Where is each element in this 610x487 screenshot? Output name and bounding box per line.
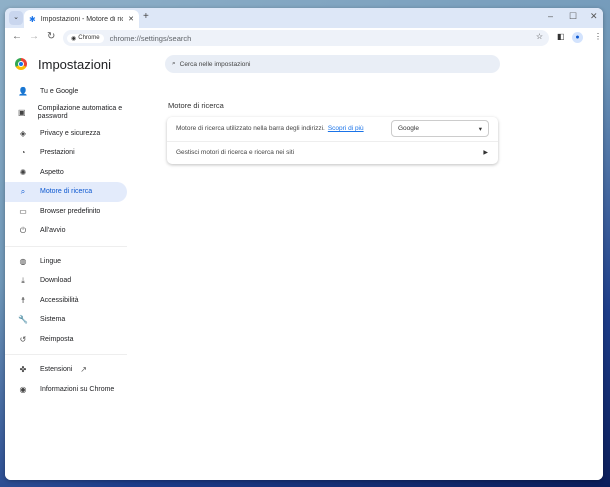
accessibility-icon: ☨ <box>20 295 26 305</box>
sidebar-item-aspetto[interactable]: ✺ Aspetto <box>5 163 127 183</box>
sidebar-item-label: Download <box>40 277 72 285</box>
chrome-logo-icon <box>15 58 27 70</box>
shield-icon: ◈ <box>19 128 27 138</box>
sidebar-item-lingue[interactable]: ◍ Lingue <box>5 252 127 272</box>
search-icon: ⌕ <box>172 60 176 67</box>
minimize-button[interactable]: – <box>548 11 553 21</box>
sidebar-item-label: Prestazioni <box>40 149 75 157</box>
settings-page: Impostazioni ⌕ Cerca nelle impostazioni … <box>5 48 603 480</box>
tab-close-icon[interactable]: ✕ <box>128 15 134 23</box>
engine-value: Google <box>398 125 419 132</box>
sidebar-item-download[interactable]: ⤓ Download <box>5 271 127 291</box>
forward-icon[interactable]: → <box>29 31 39 42</box>
back-icon[interactable]: ← <box>12 31 22 42</box>
sidebar-item-label: Tu e Google <box>40 88 79 96</box>
sidebar-item-compilazione-automatica-e-password[interactable]: ▣ Compilazione automatica e password <box>5 102 127 124</box>
sidebar-item-label: Privacy e sicurezza <box>40 129 101 137</box>
sidebar-item-label: Sistema <box>40 316 66 324</box>
sidebar-item-prestazioni[interactable]: ◔ Prestazioni <box>5 143 127 163</box>
new-tab-button[interactable]: + <box>143 11 149 22</box>
default-engine-row: Motore di ricerca utilizzato nella barra… <box>167 117 498 141</box>
learn-more-link[interactable]: Scopri di più <box>328 125 364 132</box>
chevron-right-icon: ▶ <box>483 150 488 157</box>
power-icon: ⏻ <box>19 225 27 235</box>
sidebar-item-label: Accessibilità <box>40 296 79 304</box>
person-icon: 👤 <box>18 87 28 97</box>
globe-icon: ◍ <box>19 256 27 266</box>
sidebar-item-label: All'avvio <box>40 227 66 235</box>
search-engine-select[interactable]: Google ▾ <box>391 120 489 137</box>
menu-icon[interactable]: ⋮ <box>594 32 602 41</box>
clipboard-icon: ▣ <box>18 107 26 117</box>
sidebar-item-sistema[interactable]: 🔧 Sistema <box>5 310 127 330</box>
close-window-button[interactable]: ✕ <box>590 11 598 22</box>
wrench-icon: 🔧 <box>18 315 28 325</box>
sidebar-item-label: Compilazione automatica e password <box>37 104 123 120</box>
site-chip[interactable]: ◉ Chrome <box>67 33 104 43</box>
tab-search-button[interactable]: ⌄ <box>9 11 23 25</box>
sidebar-item-estensioni[interactable]: ✤ Estensioni ↗ <box>5 360 127 380</box>
gear-icon: ✱ <box>29 14 36 24</box>
download-icon: ⤓ <box>21 275 25 285</box>
engine-label: Motore di ricerca utilizzato nella barra… <box>176 125 325 133</box>
puzzle-icon: ✤ <box>19 365 27 375</box>
dropdown-arrow-icon: ▾ <box>478 125 482 133</box>
reload-icon[interactable]: ↻ <box>47 31 55 42</box>
speedometer-icon: ◔ <box>20 148 26 158</box>
profile-avatar[interactable]: ● <box>572 32 583 43</box>
search-engine-card: Motore di ricerca utilizzato nella barra… <box>167 117 498 164</box>
page-title: Impostazioni <box>38 57 111 72</box>
sidebar-item-label: Reimposta <box>40 335 74 343</box>
sidebar-item-label: Lingue <box>40 257 62 265</box>
sidebar-item-informazioni-su-chrome[interactable]: ◉ Informazioni su Chrome <box>5 380 127 400</box>
tab-title: Impostazioni - Motore di ricerca <box>40 15 124 23</box>
palette-icon: ✺ <box>19 167 27 177</box>
sidebar-item-motore-di-ricerca[interactable]: ⌕ Motore di ricerca <box>5 182 127 202</box>
tab-settings[interactable]: ✱ Impostazioni - Motore di ricerca ✕ <box>24 10 139 28</box>
sidebar-item-label: Aspetto <box>40 168 64 176</box>
sidebar-divider <box>5 245 127 247</box>
section-title: Motore di ricerca <box>168 101 224 110</box>
browser-icon: ▭ <box>19 206 27 216</box>
sidebar-divider <box>5 354 127 355</box>
chip-label: Chrome <box>78 35 100 41</box>
bookmark-star-icon[interactable]: ☆ <box>536 32 543 41</box>
sidebar: 👤 Tu e Google ▣ Compilazione automatica e p… <box>5 82 127 399</box>
sidebar-item-label: Informazioni su Chrome <box>40 385 115 393</box>
manage-label: Gestisci motori di ricerca e ricerca nei… <box>176 149 295 157</box>
url-text[interactable]: chrome://settings/search <box>110 34 192 43</box>
sidebar-item-accessibilit-[interactable]: ☨ Accessibilità <box>5 291 127 311</box>
settings-search-input[interactable]: ⌕ Cerca nelle impostazioni <box>165 55 500 73</box>
chrome-icon: ◉ <box>19 384 27 394</box>
search-placeholder: Cerca nelle impostazioni <box>179 60 251 68</box>
sidebar-item-label: Estensioni <box>40 366 73 374</box>
sidebar-item-tu-e-google[interactable]: 👤 Tu e Google <box>5 82 127 102</box>
sidebar-item-label: Motore di ricerca <box>40 188 93 196</box>
tab-strip: ⌄ ✱ Impostazioni - Motore di ricerca ✕ +… <box>5 8 603 28</box>
side-panel-icon[interactable]: ◧ <box>557 32 565 41</box>
chrome-icon: ◉ <box>71 35 77 42</box>
maximize-button[interactable]: ☐ <box>569 11 577 22</box>
browser-window: ⌄ ✱ Impostazioni - Motore di ricerca ✕ +… <box>5 8 603 480</box>
sidebar-item-reimposta[interactable]: ↺ Reimposta <box>5 330 127 350</box>
search-icon: ⌕ <box>20 186 26 196</box>
external-link-icon: ↗ <box>80 365 87 375</box>
sidebar-item-privacy-e-sicurezza[interactable]: ◈ Privacy e sicurezza <box>5 124 127 144</box>
sidebar-item-label: Browser predefinito <box>40 207 101 215</box>
sidebar-item-browser-predefinito[interactable]: ▭ Browser predefinito <box>5 202 127 222</box>
toolbar: ← → ↻ ◉ Chrome chrome://settings/search ☆… <box>5 28 603 48</box>
sidebar-item-all-avvio[interactable]: ⏻ All'avvio <box>5 221 127 241</box>
manage-engines-row[interactable]: Gestisci motori di ricerca e ricerca nei… <box>167 140 498 165</box>
reset-icon: ↺ <box>19 334 27 344</box>
address-bar[interactable]: ◉ Chrome chrome://settings/search ☆ <box>63 30 549 46</box>
